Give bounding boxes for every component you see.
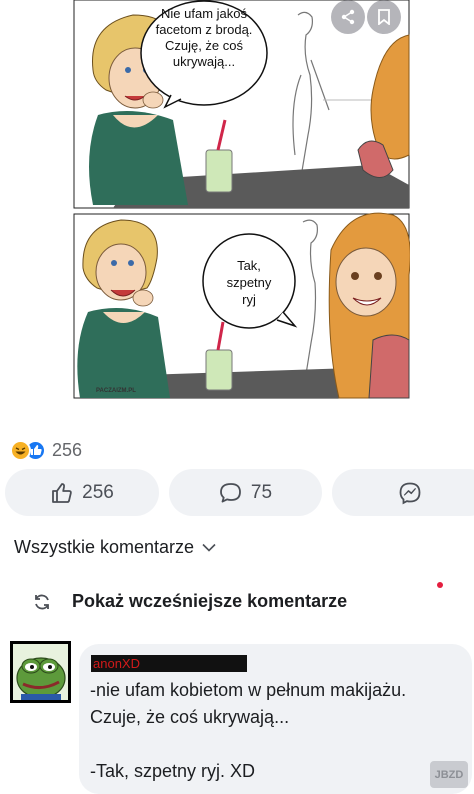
pepe-frog-avatar-image <box>13 644 68 700</box>
messenger-icon <box>399 482 421 504</box>
messenger-share-button[interactable] <box>332 469 474 516</box>
comment-username[interactable]: anonXD <box>91 655 247 672</box>
commenter-avatar[interactable] <box>10 641 71 703</box>
show-earlier-comments-button[interactable]: Pokaż wcześniejsze komentarze <box>32 591 347 612</box>
post-image[interactable]: Nie ufam jakoś facetom z brodą. Czuję, ż… <box>73 0 410 400</box>
chevron-down-icon <box>202 543 216 552</box>
haha-reaction-icon <box>10 439 31 461</box>
bookmark-icon <box>378 9 390 25</box>
comment-text-line: -Tak, szpetny ryj. XD <box>90 761 256 781</box>
share-button[interactable] <box>331 0 365 34</box>
reaction-count: 256 <box>52 439 83 460</box>
comment-button[interactable]: 75 <box>169 469 322 516</box>
comment-text-line: Czuje, że coś ukrywają... <box>90 707 290 727</box>
speech-bubble-text-2: Tak, szpetny ryj <box>226 258 272 307</box>
thumbs-up-icon <box>52 482 72 503</box>
like-button[interactable]: 256 <box>5 469 159 516</box>
comment-bubble-icon <box>220 482 241 502</box>
reactions-summary[interactable]: 256 <box>10 438 82 462</box>
share-icon <box>341 9 355 25</box>
refresh-icon <box>35 594 49 609</box>
comments-filter-label: Wszystkie komentarze <box>14 537 195 557</box>
speech-bubble-text-1: Nie ufam jakoś facetom z brodą. Czuję, ż… <box>155 6 253 69</box>
bookmark-button[interactable] <box>367 0 401 34</box>
show-earlier-comments-label: Pokaż wcześniejsze komentarze <box>72 591 348 611</box>
image-source-credit: PACZAIZM.PL <box>96 388 136 394</box>
comment-text-line: -nie ufam kobietom w pełnum makijażu. <box>90 680 407 700</box>
notification-dot <box>437 582 443 588</box>
like-count: 256 <box>82 481 114 503</box>
watermark-logo: JBZD <box>430 761 468 788</box>
comment-count: 75 <box>250 481 273 503</box>
comments-filter-dropdown[interactable]: Wszystkie komentarze <box>14 537 216 558</box>
